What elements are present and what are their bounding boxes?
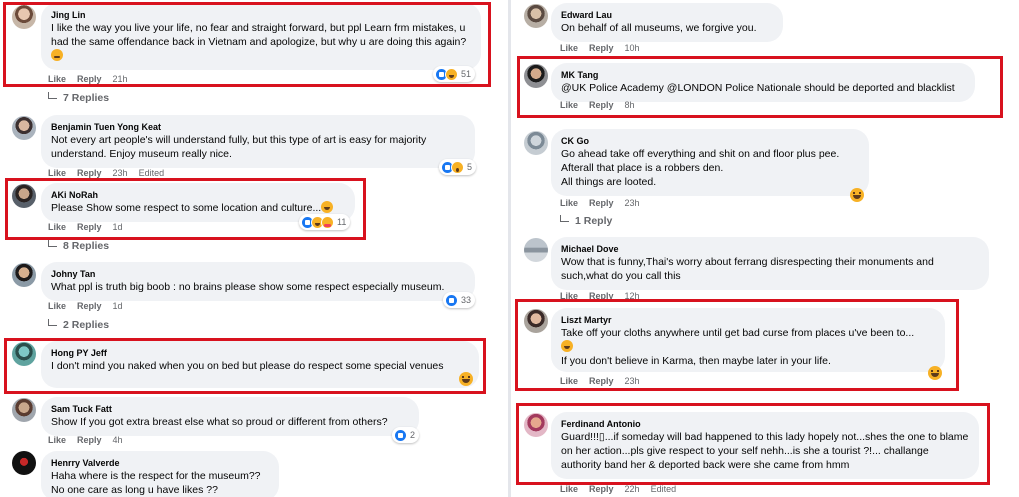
reply-button[interactable]: Reply [589, 484, 614, 494]
highlight-box [516, 403, 990, 485]
right-comment-column: Edward Lau On behalf of all museums, we … [511, 0, 1019, 497]
comment-bubble: Michael Dove Wow that is funny,Thai's wo… [551, 237, 989, 290]
comment-time[interactable]: 10h [625, 43, 640, 53]
comment-bubble: Johny Tan What ppl is truth big boob : n… [41, 262, 475, 301]
reply-button[interactable]: Reply [77, 168, 102, 178]
highlight-box [517, 56, 1003, 118]
reaction-count: 2 [410, 430, 416, 440]
comment-time[interactable]: 22h [625, 484, 640, 494]
reply-arrow-icon [48, 319, 57, 326]
reaction-summary[interactable]: 5 [439, 159, 477, 175]
comment-actions: Like Reply 23h Edited [48, 168, 175, 178]
comment-actions: Like Reply 4h [48, 435, 134, 445]
like-button[interactable]: Like [560, 484, 578, 494]
like-button[interactable]: Like [48, 435, 66, 445]
comment-text-line: Go ahead take off everything and shit on… [561, 148, 840, 160]
comment-text: Not every art people's will understand f… [51, 134, 427, 160]
comment-text: Show If you got extra breast else what s… [51, 416, 388, 428]
comment-text: What ppl is truth big boob : no brains p… [51, 281, 445, 293]
like-button[interactable]: Like [48, 301, 66, 311]
comment-author[interactable]: Henrry Valverde [51, 457, 269, 469]
avatar[interactable] [12, 451, 36, 475]
comment-text-line: No one care as long u have likes ?? [51, 484, 218, 496]
avatar[interactable] [12, 398, 36, 422]
view-replies-link[interactable]: 1 Reply [560, 215, 612, 227]
reaction-summary[interactable]: 2 [392, 427, 420, 443]
view-replies-link[interactable]: 2 Replies [48, 319, 109, 331]
reply-arrow-icon [48, 240, 57, 247]
comment-author[interactable]: Michael Dove [561, 243, 979, 255]
replies-label: 2 Replies [63, 319, 110, 331]
comment-author[interactable]: Edward Lau [561, 9, 773, 21]
like-reaction-icon [445, 293, 458, 307]
comment-bubble: Benjamin Tuen Yong Keat Not every art pe… [41, 115, 475, 168]
reply-button[interactable]: Reply [77, 301, 102, 311]
comment-text: Wow that is funny,Thai's worry about fer… [561, 256, 934, 282]
reply-button[interactable]: Reply [589, 198, 614, 208]
view-replies-link[interactable]: 7 Replies [48, 92, 109, 104]
laughing-emoji-icon [850, 188, 864, 202]
avatar[interactable] [524, 131, 548, 155]
reaction-count: 33 [461, 295, 472, 305]
comment-actions: Like Reply 1d [48, 301, 134, 311]
comment-time[interactable]: 4h [113, 435, 123, 445]
highlight-box [515, 299, 959, 391]
highlight-box [3, 2, 491, 87]
comment-actions: Like Reply 22h Edited [560, 484, 687, 494]
view-replies-link[interactable]: 8 Replies [48, 240, 109, 252]
reply-arrow-icon [560, 215, 569, 222]
comment-text: On behalf of all museums, we forgive you… [561, 22, 757, 34]
comment-author[interactable]: Sam Tuck Fatt [51, 403, 409, 415]
comment-time[interactable]: 23h [113, 168, 128, 178]
comment-bubble: CK Go Go ahead take off everything and s… [551, 129, 869, 196]
comment-author[interactable]: Benjamin Tuen Yong Keat [51, 121, 465, 133]
comment-bubble: Henrry Valverde Haha where is the respec… [41, 451, 279, 497]
comment-bubble: Edward Lau On behalf of all museums, we … [551, 3, 783, 42]
comment-text-line: All things are looted. [561, 176, 657, 188]
edited-label: Edited [138, 168, 165, 178]
comment-time[interactable]: 1d [113, 301, 123, 311]
comment-actions: Like Reply 10h [560, 43, 651, 53]
avatar[interactable] [12, 116, 36, 140]
like-button[interactable]: Like [48, 168, 66, 178]
avatar[interactable] [12, 263, 36, 287]
comment-text-line: Haha where is the respect for the museum… [51, 470, 261, 482]
highlight-box [4, 338, 486, 394]
wow-reaction-icon [451, 160, 464, 174]
comment-bubble: Sam Tuck Fatt Show If you got extra brea… [41, 397, 419, 436]
reply-button[interactable]: Reply [589, 43, 614, 53]
comment-author[interactable]: Johny Tan [51, 268, 465, 280]
highlight-box [5, 178, 366, 240]
left-comment-column: Jing Lin I like the way you live your li… [0, 0, 508, 497]
replies-label: 7 Replies [63, 92, 110, 104]
comment-text-line: Afterall that place is a robbers den. [561, 162, 724, 174]
comment-actions: Like Reply 23h [560, 198, 651, 208]
replies-label: 1 Reply [575, 215, 613, 227]
avatar[interactable] [524, 238, 548, 262]
reply-button[interactable]: Reply [77, 435, 102, 445]
replies-label: 8 Replies [63, 240, 110, 252]
reaction-count: 5 [467, 162, 473, 172]
like-button[interactable]: Like [560, 43, 578, 53]
edited-label: Edited [650, 484, 677, 494]
reaction-summary[interactable]: 33 [443, 292, 476, 308]
comment-author[interactable]: CK Go [561, 135, 859, 147]
avatar[interactable] [524, 4, 548, 28]
comment-time[interactable]: 23h [625, 198, 640, 208]
like-reaction-icon [394, 428, 407, 442]
reply-arrow-icon [48, 92, 57, 99]
like-button[interactable]: Like [560, 198, 578, 208]
